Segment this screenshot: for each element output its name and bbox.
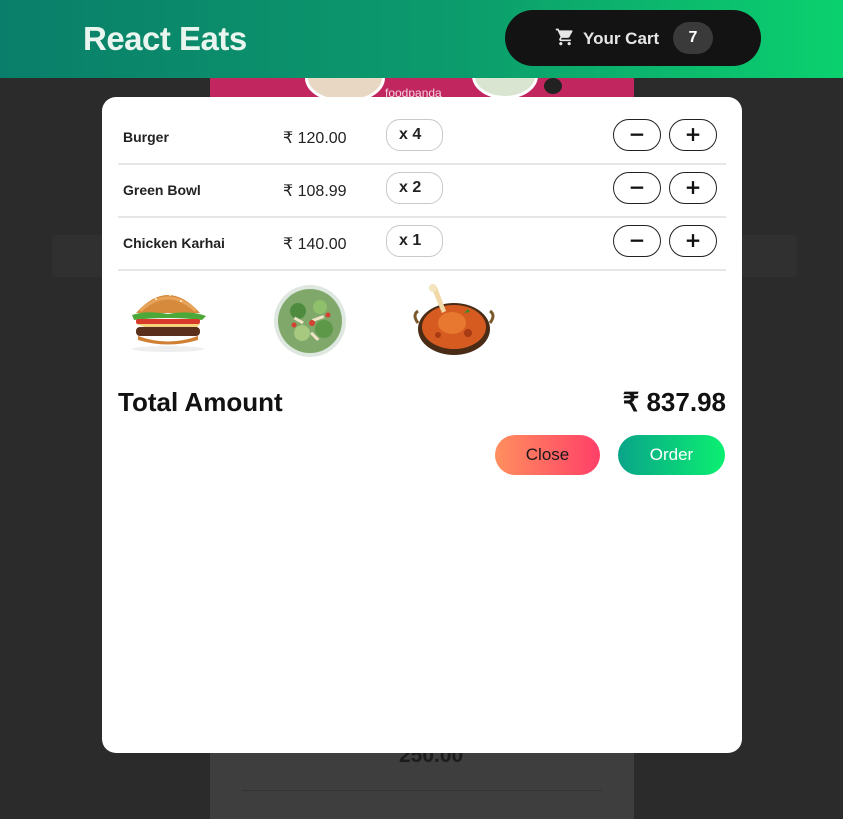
cart-item-row: Burger ₹ 120.00 x 4 − +	[118, 112, 726, 165]
cart-item-price: ₹ 108.99	[283, 183, 347, 200]
cart-item-name: Chicken Karhai	[123, 235, 225, 251]
cart-item-name: Burger	[123, 129, 169, 145]
increase-quantity-button[interactable]: +	[669, 172, 717, 204]
green-bowl-image	[274, 285, 346, 357]
cart-item-quantity: x 4	[386, 119, 443, 151]
chicken-karhai-image	[413, 284, 495, 355]
cart-modal: Burger ₹ 120.00 x 4 − + Green Bowl ₹ 108…	[102, 97, 742, 753]
decrease-quantity-button[interactable]: −	[613, 172, 661, 204]
cart-item-row: Green Bowl ₹ 108.99 x 2 − +	[118, 165, 726, 218]
decrease-quantity-button[interactable]: −	[613, 225, 661, 257]
total-amount-label: Total Amount	[118, 387, 283, 417]
increase-quantity-button[interactable]: +	[669, 119, 717, 151]
cart-item-price: ₹ 120.00	[283, 130, 347, 147]
close-button[interactable]: Close	[495, 435, 600, 475]
cart-item-name: Green Bowl	[123, 182, 201, 198]
order-button[interactable]: Order	[618, 435, 725, 475]
increase-quantity-button[interactable]: +	[669, 225, 717, 257]
cart-item-quantity: x 1	[386, 225, 443, 257]
cart-item-row: Chicken Karhai ₹ 140.00 x 1 − +	[118, 218, 726, 271]
cart-item-price: ₹ 140.00	[283, 236, 347, 253]
decrease-quantity-button[interactable]: −	[613, 119, 661, 151]
total-amount-value: ₹ 837.98	[622, 387, 726, 417]
cart-item-quantity: x 2	[386, 172, 443, 204]
burger-image	[132, 294, 206, 352]
